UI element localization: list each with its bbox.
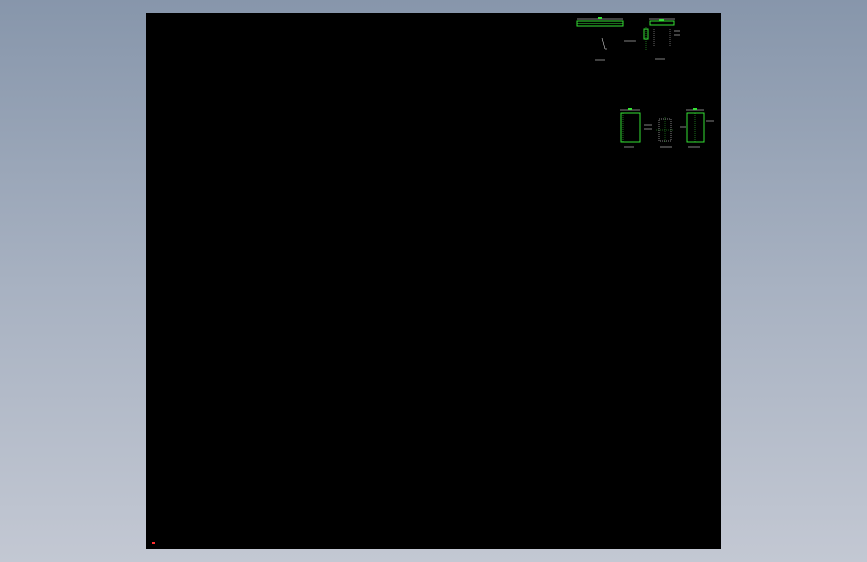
drawing-view-bracket-front[interactable] bbox=[616, 107, 656, 151]
drawing-view-bracket-side[interactable] bbox=[680, 107, 718, 151]
ucs-origin-icon bbox=[152, 542, 155, 544]
drawing-view-assembly-side[interactable] bbox=[622, 17, 682, 63]
drawing-view-plate-top[interactable] bbox=[575, 16, 627, 64]
drawing-view-section[interactable] bbox=[654, 115, 680, 151]
drawing-sheet[interactable] bbox=[146, 13, 721, 549]
